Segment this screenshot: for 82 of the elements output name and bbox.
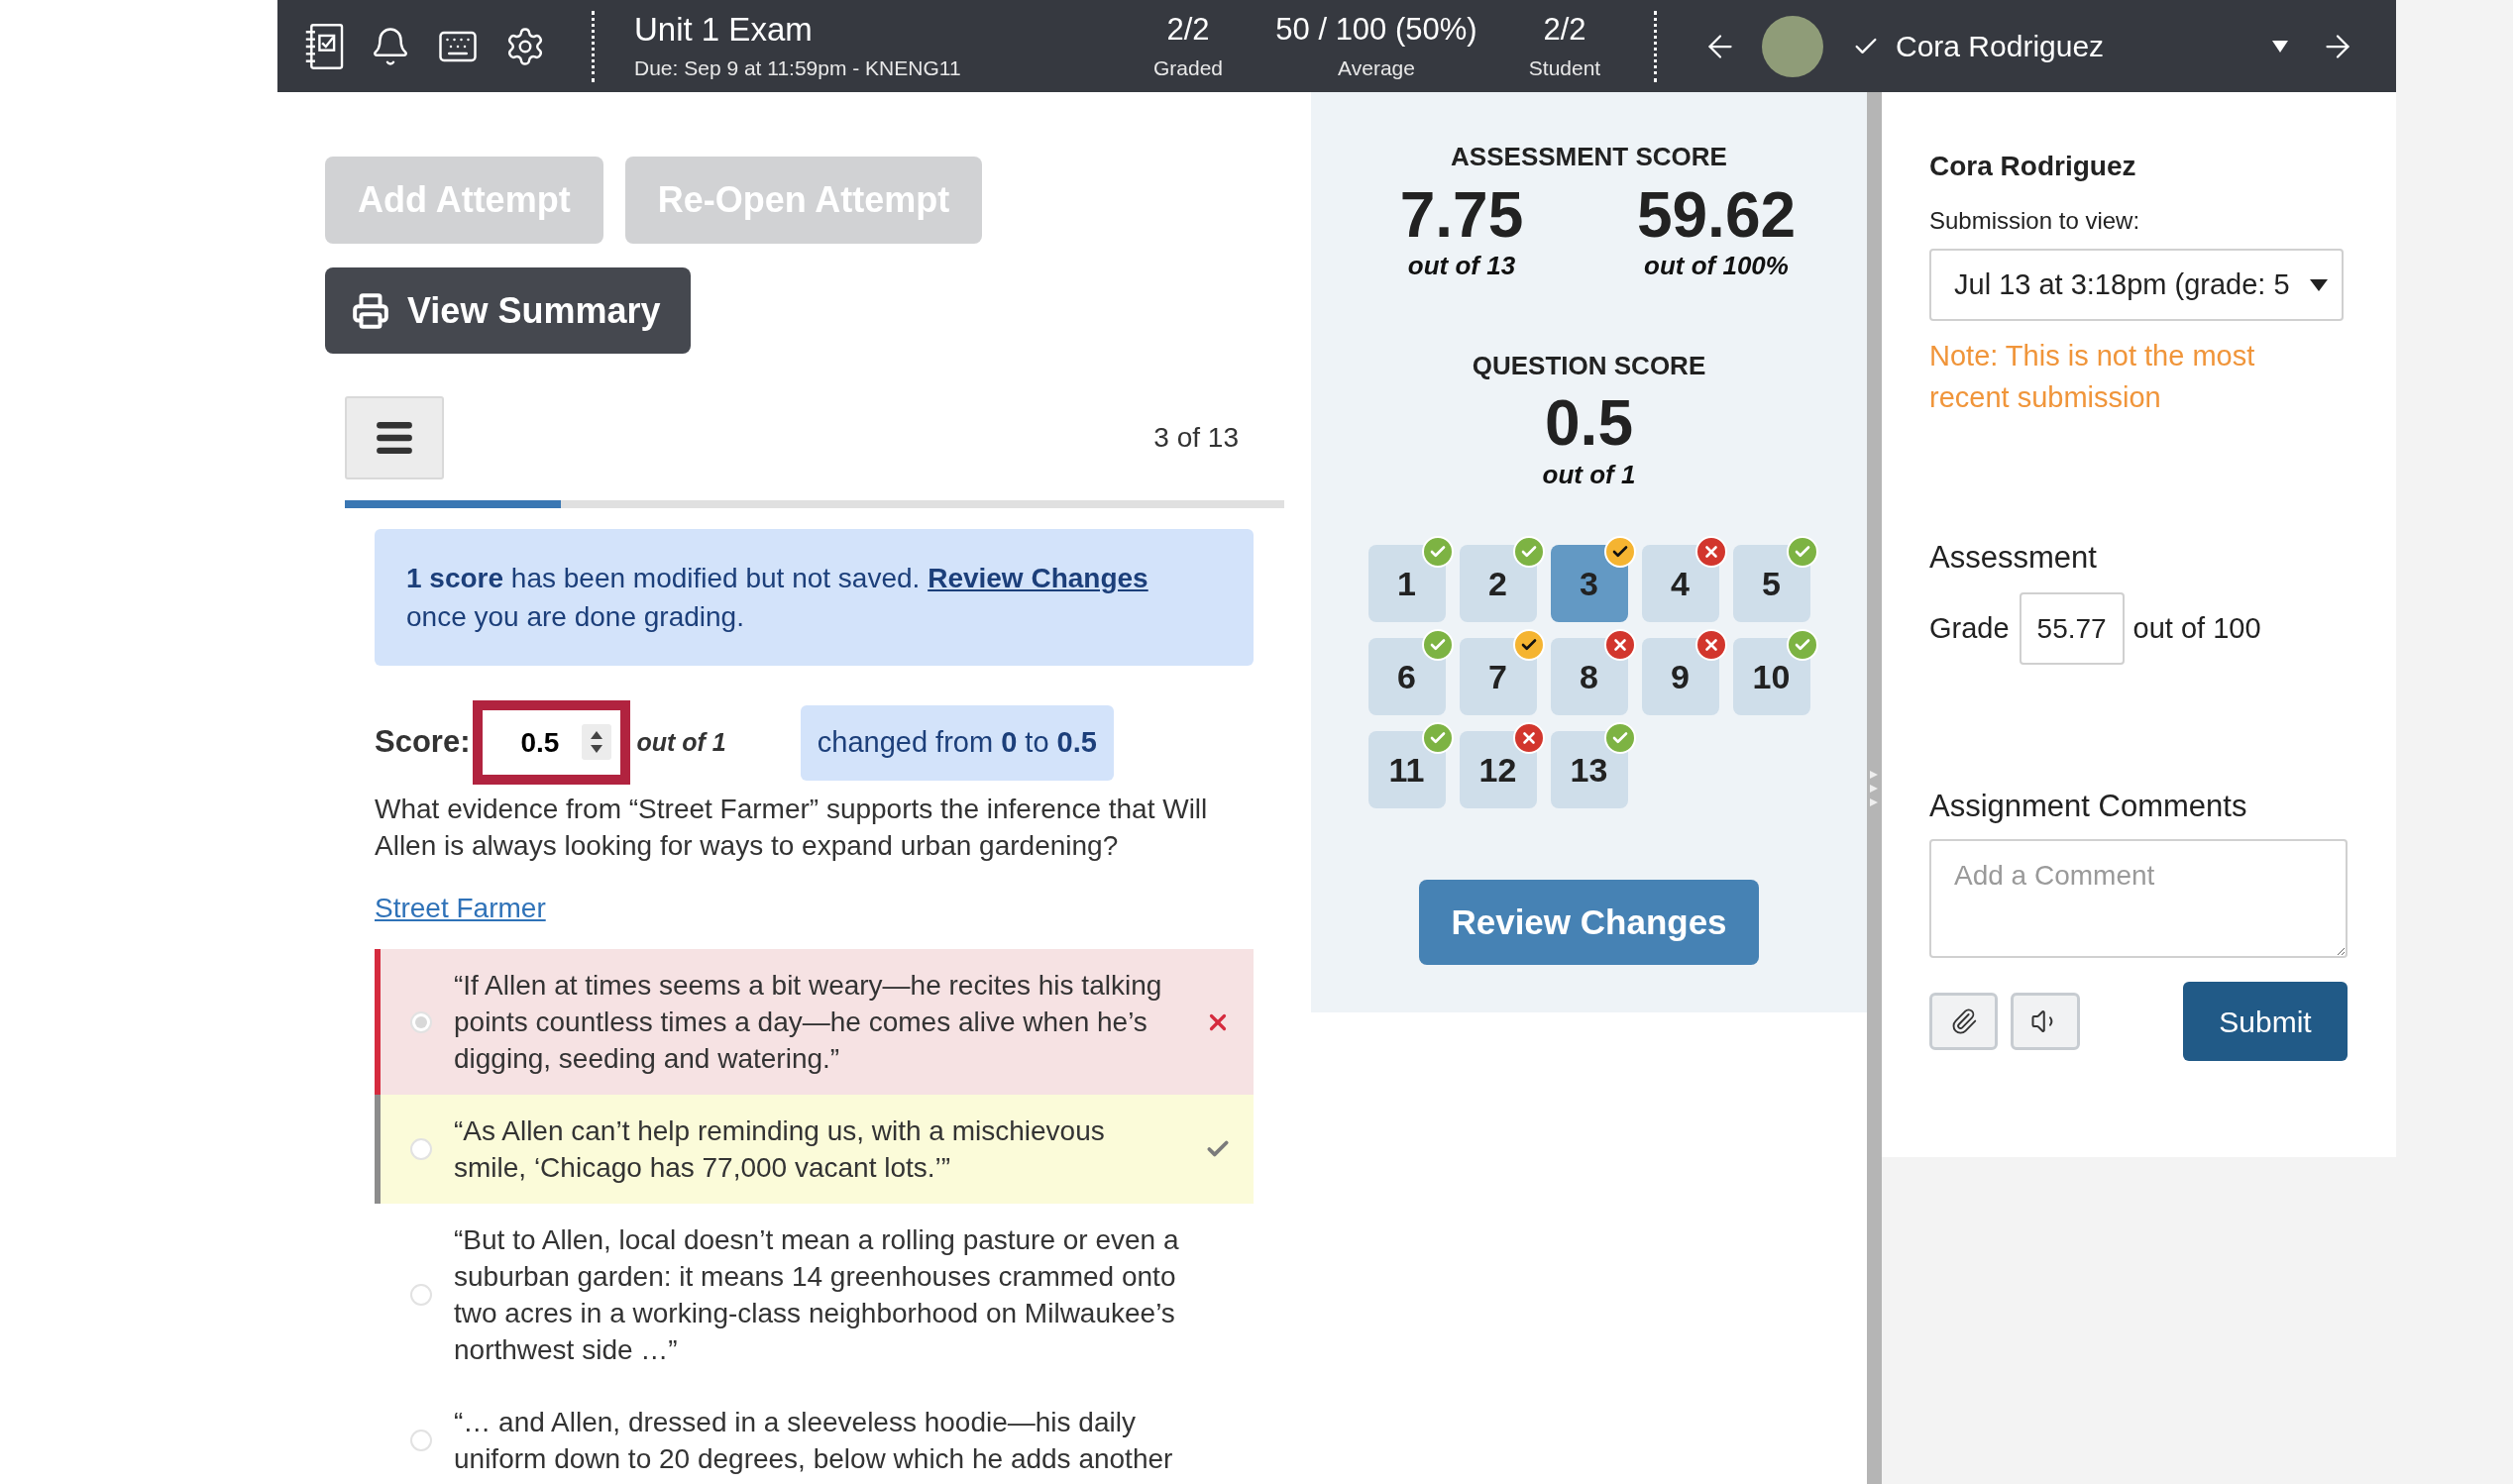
stat-value: 2/2 — [1166, 10, 1210, 49]
spinner-icon[interactable] — [582, 724, 612, 760]
exam-title: Unit 1 Exam — [634, 10, 814, 49]
answer-text: “… and Allen, dressed in a sleeveless hoodie—his daily uniform down to 20 degrees, below which he adds another — [454, 1406, 1174, 1476]
caret-down-icon — [2310, 278, 2328, 291]
student-name: Cora Rodriguez — [1929, 150, 2137, 183]
check-badge-icon — [1512, 536, 1545, 568]
question-text: What evidence from “Street Farmer” supports the inference that Will Allen is always looking for ways to expand urban gardening? — [375, 793, 1209, 863]
question-tile[interactable]: 1 — [1367, 545, 1446, 622]
check-badge-icon — [1421, 629, 1454, 661]
cross-badge-icon — [1694, 536, 1727, 568]
check-badge-icon — [1603, 722, 1636, 754]
answer-text: “But to Allen, local doesn’t mean a rolling pasture or even a suburban garden: it means 14 greenhouses crammed onto two acres in a working-class neighborhood on Milwaukee’s northwest side …” — [454, 1223, 1180, 1367]
question-score-title: QUESTION SCORE — [1472, 351, 1706, 380]
question-position: 3 of 13 — [1153, 421, 1239, 455]
grade-out-of: out of 100 — [2132, 610, 2261, 646]
question-tile[interactable]: 11 — [1367, 731, 1446, 808]
check-badge-icon — [1512, 629, 1545, 661]
percent-caption: out of 100% — [1644, 250, 1789, 281]
question-score: 0.5 — [1545, 391, 1633, 455]
check-badge-icon — [1603, 536, 1636, 568]
question-tile[interactable]: 13 — [1550, 731, 1628, 808]
check-badge-icon — [1421, 536, 1454, 568]
assessment-heading: Assessment — [1929, 541, 2098, 575]
score-label: Score: — [375, 723, 471, 762]
question-tile[interactable]: 12 — [1459, 731, 1537, 808]
answer-text: “As Allen can’t help reminding us, with a mischievous smile, ‘Chicago has 77,000 vacant lots.’” — [454, 1114, 1106, 1185]
answer-text: “If Allen at times seems a bit weary—he recites his talking points countless times a day—he comes alive when he’s digging, seeding and watering.” — [454, 969, 1163, 1076]
radio-button[interactable] — [410, 1430, 432, 1451]
check-badge-icon — [1786, 629, 1818, 661]
question-tile[interactable]: 5 — [1732, 545, 1810, 622]
student-select[interactable]: Cora Rodriguez — [1852, 24, 2288, 68]
stat-label: Student — [1528, 54, 1601, 81]
stat-value: 50 / 100 (50%) — [1275, 10, 1477, 49]
notebook-check-icon[interactable] — [304, 23, 344, 69]
stat-value: 2/2 — [1543, 10, 1586, 49]
menu-button[interactable] — [345, 396, 444, 479]
submission-note: Note: This is not the most recent submission — [1929, 339, 2256, 415]
question-tile[interactable]: 6 — [1367, 638, 1446, 715]
comment-field[interactable]: Add a Comment — [1929, 839, 2348, 958]
grip-icon[interactable] — [1870, 769, 1878, 808]
percent-score: 59.62 — [1636, 183, 1797, 247]
source-link[interactable]: Street Farmer — [375, 890, 546, 926]
points-score: 7.75 — [1399, 183, 1524, 247]
grade-label: Grade — [1929, 610, 2010, 646]
question-tile[interactable]: 10 — [1732, 638, 1810, 715]
question-tile[interactable]: 8 — [1550, 638, 1628, 715]
caret-down-icon — [2272, 40, 2288, 53]
submission-select[interactable]: Jul 13 at 3:18pm (grade: 5 — [1929, 249, 2344, 321]
stat-label: Graded — [1152, 54, 1223, 81]
score-change-note: changed from 0 to 0.5 — [800, 704, 1114, 781]
question-tile[interactable]: 2 — [1459, 545, 1537, 622]
radio-button[interactable] — [410, 1284, 432, 1306]
grade-input[interactable]: 55.77 — [2019, 592, 2125, 665]
submission-label: Submission to view: — [1929, 206, 2141, 236]
score-input[interactable]: 0.5 — [473, 700, 631, 785]
points-caption: out of 13 — [1407, 250, 1516, 281]
review-changes-link[interactable]: Review Changes — [928, 563, 1148, 593]
question-score-caption: out of 1 — [1542, 459, 1636, 490]
cross-badge-icon — [1512, 722, 1545, 754]
printer-icon — [352, 291, 389, 330]
review-changes-button[interactable]: Review Changes — [1419, 880, 1759, 965]
submit-button[interactable]: Submit — [2183, 982, 2348, 1061]
check-badge-icon — [1786, 536, 1818, 568]
audio-button[interactable] — [2011, 993, 2080, 1050]
view-summary-button[interactable]: View Summary — [325, 267, 692, 354]
question-tile[interactable]: 4 — [1641, 545, 1719, 622]
question-tile[interactable]: 7 — [1459, 638, 1537, 715]
notice-text: 1 score has been modified but not saved. Review Changes once you are done grading. — [406, 562, 1149, 634]
comments-heading: Assignment Comments — [1929, 790, 2248, 823]
question-tile[interactable]: 9 — [1641, 638, 1719, 715]
radio-button[interactable] — [410, 1010, 432, 1033]
score-out-of: out of 1 — [636, 726, 726, 758]
stat-label: Average — [1338, 54, 1415, 81]
due-date: Due: Sep 9 at 11:59pm - KNENG11 — [634, 54, 962, 81]
question-tile[interactable]: 3 — [1550, 545, 1628, 622]
check-badge-icon — [1421, 722, 1454, 754]
attach-button[interactable] — [1929, 993, 1998, 1050]
assessment-score-title: ASSESSMENT SCORE — [1451, 142, 1727, 171]
cross-badge-icon — [1603, 629, 1636, 661]
cross-badge-icon — [1694, 629, 1727, 661]
radio-button[interactable] — [410, 1138, 432, 1160]
